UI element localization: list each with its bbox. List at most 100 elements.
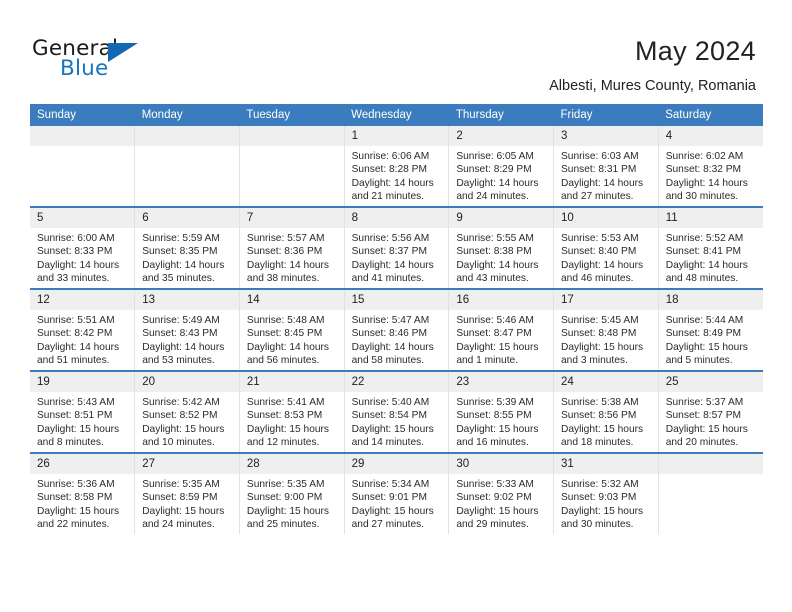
calendar-day-cell[interactable]: 24 Sunrise: 5:38 AM Sunset: 8:56 PM Dayl… <box>553 370 659 453</box>
calendar-day-cell[interactable]: 10 Sunrise: 5:53 AM Sunset: 8:40 PM Dayl… <box>553 206 659 289</box>
day-number: 25 <box>658 372 763 392</box>
daylight-text-line1: Daylight: 14 hours <box>351 259 434 271</box>
calendar-day-cell[interactable]: 17 Sunrise: 5:45 AM Sunset: 8:48 PM Dayl… <box>553 288 659 371</box>
day-details: Sunrise: 5:43 AM Sunset: 8:51 PM Dayligh… <box>30 392 134 449</box>
day-details: Sunrise: 5:52 AM Sunset: 8:41 PM Dayligh… <box>659 228 763 285</box>
sunrise-text: Sunrise: 5:45 AM <box>561 315 639 326</box>
calendar-day-cell[interactable]: 18 Sunrise: 5:44 AM Sunset: 8:49 PM Dayl… <box>657 288 763 371</box>
day-details: Sunrise: 5:35 AM Sunset: 9:00 PM Dayligh… <box>240 474 344 531</box>
sunrise-text: Sunrise: 5:35 AM <box>142 479 220 490</box>
daylight-text-line1: Daylight: 15 hours <box>665 341 748 353</box>
daylight-text-line2: and 1 minute. <box>456 354 519 366</box>
day-number: 26 <box>30 454 135 474</box>
daylight-text-line2: and 29 minutes. <box>456 518 529 530</box>
calendar-day-cell[interactable]: 16 Sunrise: 5:46 AM Sunset: 8:47 PM Dayl… <box>448 288 554 371</box>
sunrise-text: Sunrise: 5:39 AM <box>456 397 534 408</box>
calendar-day-cell[interactable]: 21 Sunrise: 5:41 AM Sunset: 8:53 PM Dayl… <box>238 370 345 453</box>
sunrise-text: Sunrise: 5:38 AM <box>561 397 639 408</box>
day-number: 30 <box>449 454 554 474</box>
daylight-text-line2: and 56 minutes. <box>246 354 320 366</box>
calendar-day-cell[interactable]: 1 Sunrise: 6:06 AM Sunset: 8:28 PM Dayli… <box>343 126 449 207</box>
daylight-text-line1: Daylight: 14 hours <box>665 259 748 271</box>
day-details: Sunrise: 6:02 AM Sunset: 8:32 PM Dayligh… <box>659 146 763 203</box>
sunrise-text: Sunrise: 5:57 AM <box>246 233 325 244</box>
daylight-text-line1: Daylight: 14 hours <box>246 259 330 271</box>
calendar-week-row: 26 Sunrise: 5:36 AM Sunset: 8:58 PM Dayl… <box>30 452 763 534</box>
calendar-day-cell[interactable]: 28 Sunrise: 5:35 AM Sunset: 9:00 PM Dayl… <box>238 452 345 534</box>
calendar-day-cell[interactable]: 20 Sunrise: 5:42 AM Sunset: 8:52 PM Dayl… <box>134 370 240 453</box>
sunset-text: Sunset: 9:01 PM <box>351 492 427 504</box>
general-blue-logo[interactable]: General Blue <box>32 36 242 84</box>
calendar-day-cell[interactable]: 31 Sunrise: 5:32 AM Sunset: 9:03 PM Dayl… <box>553 452 659 534</box>
sunrise-text: Sunrise: 5:40 AM <box>351 397 430 408</box>
sunrise-text: Sunrise: 5:42 AM <box>142 397 220 408</box>
calendar-day-cell[interactable]: 30 Sunrise: 5:33 AM Sunset: 9:02 PM Dayl… <box>448 452 554 534</box>
calendar-day-cell[interactable]: 25 Sunrise: 5:37 AM Sunset: 8:57 PM Dayl… <box>657 370 763 453</box>
day-details: Sunrise: 5:38 AM Sunset: 8:56 PM Dayligh… <box>554 392 658 449</box>
calendar-day-cell[interactable]: 15 Sunrise: 5:47 AM Sunset: 8:46 PM Dayl… <box>343 288 449 371</box>
day-details <box>659 474 763 478</box>
calendar-day-cell[interactable]: 22 Sunrise: 5:40 AM Sunset: 8:54 PM Dayl… <box>343 370 449 453</box>
day-details: Sunrise: 5:59 AM Sunset: 8:35 PM Dayligh… <box>135 228 239 285</box>
calendar-day-cell[interactable]: 12 Sunrise: 5:51 AM Sunset: 8:42 PM Dayl… <box>30 288 135 371</box>
day-details: Sunrise: 5:49 AM Sunset: 8:43 PM Dayligh… <box>135 310 239 367</box>
calendar-day-cell[interactable] <box>30 126 135 207</box>
daylight-text-line1: Daylight: 15 hours <box>351 423 434 435</box>
sunset-text: Sunset: 8:31 PM <box>561 164 637 176</box>
daylight-text-line1: Daylight: 15 hours <box>561 341 644 353</box>
day-number: 10 <box>554 208 658 228</box>
daylight-text-line1: Daylight: 15 hours <box>37 423 120 435</box>
day-details <box>30 146 134 150</box>
sunset-text: Sunset: 8:56 PM <box>561 410 637 422</box>
calendar-day-cell[interactable]: 5 Sunrise: 6:00 AM Sunset: 8:33 PM Dayli… <box>30 206 135 289</box>
daylight-text-line2: and 58 minutes. <box>351 354 425 366</box>
day-details: Sunrise: 5:42 AM Sunset: 8:52 PM Dayligh… <box>135 392 239 449</box>
calendar-day-cell[interactable]: 13 Sunrise: 5:49 AM Sunset: 8:43 PM Dayl… <box>134 288 240 371</box>
daylight-text-line2: and 20 minutes. <box>665 436 739 448</box>
calendar-day-cell[interactable] <box>657 452 763 534</box>
calendar-day-cell[interactable]: 26 Sunrise: 5:36 AM Sunset: 8:58 PM Dayl… <box>30 452 135 534</box>
page-header: General Blue May 2024 Albesti, Mures Cou… <box>0 0 792 103</box>
daylight-text-line2: and 30 minutes. <box>561 518 634 530</box>
calendar-day-cell[interactable]: 4 Sunrise: 6:02 AM Sunset: 8:32 PM Dayli… <box>657 126 763 207</box>
sunrise-text: Sunrise: 5:49 AM <box>142 315 220 326</box>
weekday-header-row: Sunday Monday Tuesday Wednesday Thursday… <box>30 104 763 126</box>
calendar-body: 1 Sunrise: 6:06 AM Sunset: 8:28 PM Dayli… <box>30 126 763 534</box>
calendar-day-cell[interactable]: 29 Sunrise: 5:34 AM Sunset: 9:01 PM Dayl… <box>343 452 449 534</box>
calendar-week-row: 5 Sunrise: 6:00 AM Sunset: 8:33 PM Dayli… <box>30 206 763 289</box>
sunrise-text: Sunrise: 5:47 AM <box>351 315 430 326</box>
calendar-day-cell[interactable]: 14 Sunrise: 5:48 AM Sunset: 8:45 PM Dayl… <box>238 288 345 371</box>
day-details: Sunrise: 5:41 AM Sunset: 8:53 PM Dayligh… <box>240 392 344 449</box>
sunset-text: Sunset: 8:43 PM <box>142 328 218 340</box>
calendar-day-cell[interactable]: 9 Sunrise: 5:55 AM Sunset: 8:38 PM Dayli… <box>448 206 554 289</box>
calendar-day-cell[interactable]: 2 Sunrise: 6:05 AM Sunset: 8:29 PM Dayli… <box>448 126 554 207</box>
calendar-day-cell[interactable]: 19 Sunrise: 5:43 AM Sunset: 8:51 PM Dayl… <box>30 370 135 453</box>
daylight-text-line1: Daylight: 15 hours <box>561 505 644 517</box>
calendar-day-cell[interactable] <box>134 126 240 207</box>
calendar-day-cell[interactable]: 7 Sunrise: 5:57 AM Sunset: 8:36 PM Dayli… <box>238 206 345 289</box>
calendar-week-row: 19 Sunrise: 5:43 AM Sunset: 8:51 PM Dayl… <box>30 370 763 453</box>
day-details: Sunrise: 5:51 AM Sunset: 8:42 PM Dayligh… <box>30 310 134 367</box>
calendar-day-cell[interactable]: 27 Sunrise: 5:35 AM Sunset: 8:59 PM Dayl… <box>134 452 240 534</box>
calendar-day-cell[interactable]: 11 Sunrise: 5:52 AM Sunset: 8:41 PM Dayl… <box>657 206 763 289</box>
day-number: 18 <box>658 290 763 310</box>
day-number: 23 <box>449 372 554 392</box>
day-number: 15 <box>344 290 449 310</box>
daylight-text-line2: and 38 minutes. <box>246 272 320 284</box>
sunrise-text: Sunrise: 5:44 AM <box>665 315 744 326</box>
calendar-day-cell[interactable]: 23 Sunrise: 5:39 AM Sunset: 8:55 PM Dayl… <box>448 370 554 453</box>
day-details <box>240 146 344 150</box>
daylight-text-line2: and 43 minutes. <box>456 272 529 284</box>
weekday-header-wednesday: Wednesday <box>344 104 449 126</box>
calendar-day-cell[interactable]: 6 Sunrise: 5:59 AM Sunset: 8:35 PM Dayli… <box>134 206 240 289</box>
day-details: Sunrise: 6:03 AM Sunset: 8:31 PM Dayligh… <box>554 146 658 203</box>
calendar-day-cell[interactable]: 3 Sunrise: 6:03 AM Sunset: 8:31 PM Dayli… <box>553 126 659 207</box>
sunset-text: Sunset: 8:38 PM <box>456 246 532 258</box>
calendar-day-cell[interactable] <box>238 126 345 207</box>
day-details: Sunrise: 5:57 AM Sunset: 8:36 PM Dayligh… <box>240 228 344 285</box>
calendar-day-cell[interactable]: 8 Sunrise: 5:56 AM Sunset: 8:37 PM Dayli… <box>343 206 449 289</box>
sunset-text: Sunset: 8:58 PM <box>37 492 113 504</box>
day-number: 29 <box>344 454 449 474</box>
sunset-text: Sunset: 8:35 PM <box>142 246 218 258</box>
day-number: 20 <box>135 372 239 392</box>
